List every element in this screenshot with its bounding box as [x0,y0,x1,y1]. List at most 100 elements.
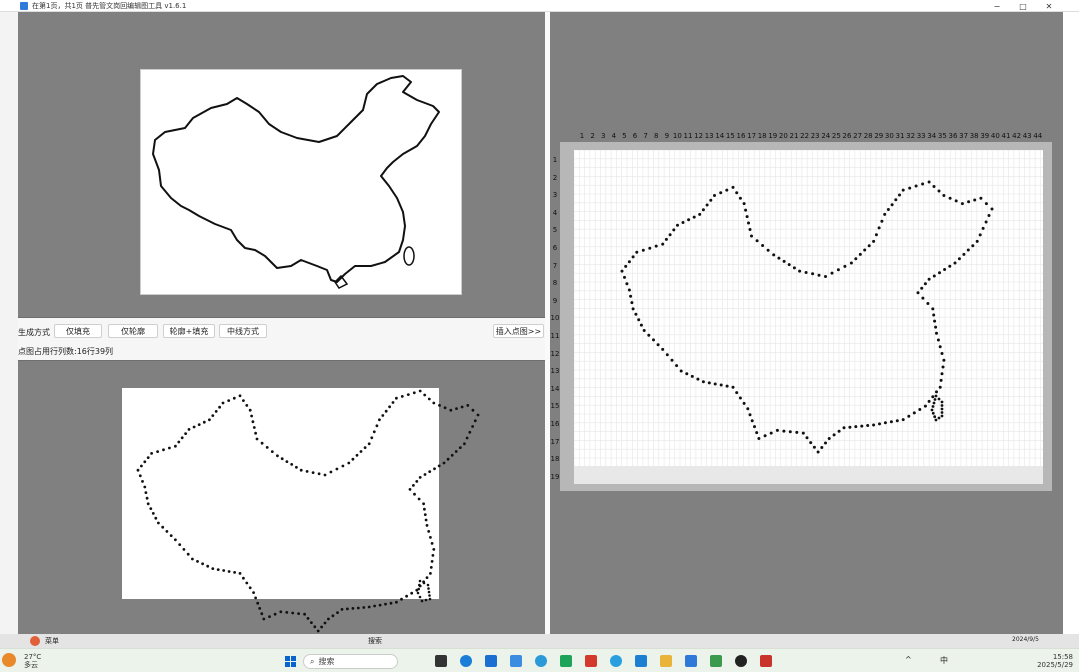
taskview-icon[interactable] [435,655,447,667]
braille-dot [625,282,629,286]
taskbar: 27°C 多云 ⌕ 搜索 ^ 中 15:58 2025/5/29 [0,648,1079,672]
edge-icon[interactable] [460,655,472,667]
preview-dot [418,595,422,599]
preview-dot [317,472,321,476]
braille-dot [932,274,936,278]
braille-dot [916,291,920,295]
row-label: 8 [552,279,558,288]
preview-dot [425,576,429,579]
braille-grid-pane: 1 2 3 4 5 6 7 8 9 10 11 12 13 14 15 16 17 18 19 20 21 22 23 24 2… [550,12,1063,634]
braille-dot [661,347,665,351]
braille-dot [967,200,971,204]
preview-dot [297,612,300,615]
dot-preview-pane [18,361,545,634]
braille-dot [932,185,936,188]
braille-dot [889,420,893,424]
braille-dot [931,411,935,415]
wps-icon[interactable] [585,655,597,667]
braille-dot [766,248,770,252]
preview-dot [458,446,462,449]
preview-dot [356,606,360,610]
braille-dot [668,233,672,237]
preview-dot [143,460,147,464]
preview-dot [320,625,323,629]
secondary-label: 菜单 [45,637,59,645]
tray-chevron-icon[interactable]: ^ [905,655,912,664]
preview-dot [206,564,210,568]
braille-dot [639,323,643,327]
grid-paper[interactable] [573,149,1043,484]
taskbar-search[interactable]: ⌕ 搜索 [303,654,398,669]
row-label: 11 [550,332,560,340]
preview-dot [433,467,436,471]
source-map-image[interactable] [140,69,462,295]
preview-dot [471,425,474,428]
braille-dot [735,391,739,395]
outline-fill-button[interactable]: 轮廓+填充 [163,324,215,338]
preview-dot [446,457,450,461]
braille-dot [975,239,979,243]
preview-dot [381,414,385,417]
media-player-icon[interactable] [735,655,747,667]
preview-dot [316,629,320,633]
close-button[interactable]: ✕ [1036,0,1062,12]
ime-indicator[interactable]: 中 [940,655,948,666]
preview-dot [216,568,220,571]
braille-dot [738,396,742,400]
row-label: 2 [552,173,558,182]
preview-dot [346,607,349,611]
app-screen-icon[interactable] [710,655,722,667]
app-c-icon[interactable] [635,655,647,667]
maximize-button[interactable]: □ [1010,0,1036,12]
column-label: 44 [1033,132,1043,140]
system-clock[interactable]: 15:58 2025/5/29 [1037,653,1073,669]
braille-dot [631,307,635,311]
braille-dot [742,401,746,405]
app-teal-icon[interactable] [610,655,622,667]
preview-dot [245,581,249,585]
preview-dot [423,513,427,516]
app-blue-icon[interactable] [510,655,522,667]
preview-dot [460,405,464,409]
braille-dot [801,431,805,435]
search-icon: ⌕ [310,656,315,666]
braille-dot [634,312,638,316]
braille-dot [978,233,982,237]
centerline-button[interactable]: 中线方式 [219,324,267,338]
braille-dot [687,218,691,222]
braille-dot [933,415,937,419]
outline-only-button[interactable]: 仅轮廓 [108,324,158,338]
preview-dot [180,436,184,440]
folder-icon[interactable] [660,655,672,667]
preview-dot [218,405,222,409]
braille-dot [642,329,646,332]
preview-dot [378,603,382,607]
preview-dot [418,389,422,393]
braille-dot [984,220,988,224]
preview-dot [262,617,266,621]
editor-icon[interactable] [685,655,697,667]
preview-dot [384,409,388,413]
braille-dot [984,202,988,206]
dot-image-size-stats: 点图占用行列数:16行39列 [18,347,114,356]
app-green-icon[interactable] [560,655,572,667]
preview-dot [413,492,416,496]
start-button[interactable] [285,656,296,667]
braille-dot [927,277,931,281]
app-red-icon[interactable] [760,655,772,667]
preview-dot [378,418,381,422]
preview-dot [430,560,434,563]
braille-dot [753,425,756,429]
app-chat-icon[interactable] [535,655,547,667]
fill-only-button[interactable]: 仅填充 [54,324,102,338]
preview-dot [465,436,469,440]
minimize-button[interactable]: − [984,0,1010,12]
braille-dot [914,184,918,188]
app-u-icon[interactable] [485,655,497,667]
preview-dot [347,461,351,465]
weather-widget[interactable]: 27°C 多云 [24,653,41,669]
insert-dot-image-button[interactable]: 插入点图>> [493,324,544,338]
preview-dot [341,464,345,468]
preview-dot [305,470,309,473]
preview-dot [400,597,403,601]
